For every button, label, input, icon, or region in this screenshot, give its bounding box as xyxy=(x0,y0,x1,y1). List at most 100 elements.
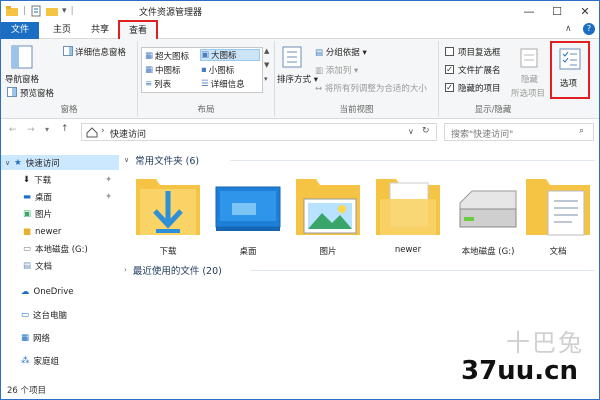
tab-share[interactable]: 共享 xyxy=(83,22,117,39)
layout-gallery: ▦ 超大图标 ▣ 大图标 ▦ 中图标 ▪ 小图标 ≡ 列表 ☰ 详细信息 xyxy=(141,47,263,93)
folder-tile-newer[interactable]: newer xyxy=(370,169,446,259)
hidden-items-label: 隐藏的项目 xyxy=(458,84,501,94)
add-columns-button[interactable]: ▥ 添加列 ▾ xyxy=(315,64,358,76)
sidebar-item-network[interactable]: ▦ 网络 xyxy=(1,330,119,345)
sidebar-item-newer[interactable]: ■ newer xyxy=(1,224,119,239)
sidebar-item-documents[interactable]: ▤ 文档 xyxy=(1,258,119,273)
new-folder-icon[interactable] xyxy=(45,5,59,17)
homegroup-icon: ⁂ xyxy=(21,355,30,366)
folder-tile-local-disk-g[interactable]: 本地磁盘 (G:) xyxy=(450,169,526,259)
details-pane-button[interactable]: 详细信息窗格 xyxy=(75,46,126,58)
drive-icon xyxy=(459,190,517,228)
nav-pane-icon xyxy=(11,45,33,69)
documents-folder-icon xyxy=(526,179,590,236)
tab-file[interactable]: 文件 xyxy=(1,22,39,39)
search-icon: ⌕ xyxy=(579,126,585,136)
folder-tile-documents[interactable]: 文档 xyxy=(520,169,596,259)
sidebar-item-onedrive[interactable]: ☁ OneDrive xyxy=(1,284,119,299)
sidebar-item-downloads[interactable]: ⬇ 下载 ✦ xyxy=(1,172,119,187)
pin-icon: ✦ xyxy=(105,174,113,185)
layout-medium-icons[interactable]: ▦ 中图标 xyxy=(145,64,181,76)
folder-tile-downloads[interactable]: 下载 xyxy=(130,169,206,259)
details-pane-icon xyxy=(63,46,73,56)
layout-large-icons[interactable]: ▣ 大图标 xyxy=(200,49,260,61)
ribbon: 导航窗格 预览窗格 详细信息窗格 窗格 ▦ 超大图标 ▣ 大图标 ▦ 中图标 ▪ 小图标… xyxy=(1,39,599,119)
layout-list[interactable]: ≡ 列表 xyxy=(145,78,171,90)
folder-caption: 文档 xyxy=(549,247,567,257)
section-recent-files[interactable]: › 最近使用的文件 (20) xyxy=(124,263,222,277)
desktop-folder-icon: ▬ xyxy=(23,191,32,202)
collapse-ribbon-icon[interactable]: ∧ xyxy=(565,24,572,34)
sidebar-item-pictures[interactable]: ▣ 图片 xyxy=(1,206,119,221)
customize-qa-icon[interactable]: ▾ xyxy=(62,6,67,16)
star-icon: ★ xyxy=(14,157,22,168)
watermark-mark: 十巴兔 xyxy=(506,329,584,357)
sidebar-item-desktop[interactable]: ▬ 桌面 ✦ xyxy=(1,189,119,204)
quick-access-toolbar: | ▾ | xyxy=(5,4,78,18)
chevron-down-icon: ∨ xyxy=(124,156,130,164)
group-by-button[interactable]: ▤ 分组依据 ▾ xyxy=(315,46,367,58)
tab-view[interactable]: 查看 xyxy=(118,20,158,39)
folder-icon xyxy=(376,179,440,235)
folder-tile-desktop[interactable]: 桌面 xyxy=(210,169,286,259)
file-ext-toggle[interactable]: ✓ xyxy=(445,65,454,74)
sidebar-item-local-disk-g[interactable]: ▭ 本地磁盘 (G:) xyxy=(1,241,119,256)
layout-expand-icon[interactable]: ▾ xyxy=(264,75,268,83)
sidebar-item-this-pc[interactable]: ▭ 这台电脑 xyxy=(1,307,119,322)
recent-locations-icon[interactable]: ▾ xyxy=(45,125,49,134)
desktop-folder-icon xyxy=(215,186,281,231)
layout-extra-large-icons[interactable]: ▦ 超大图标 xyxy=(145,50,189,62)
folder-caption: newer xyxy=(394,245,422,255)
sidebar-item-quick-access[interactable]: ∨ ★ 快速访问 xyxy=(1,155,119,170)
download-folder-icon: ⬇ xyxy=(23,174,31,185)
hide-selected-button[interactable]: 隐藏 xyxy=(521,73,538,85)
sort-by-button[interactable]: 排序方式 ▾ xyxy=(277,73,318,85)
section-frequent-folders[interactable]: ∨ 常用文件夹 (6) xyxy=(124,153,199,167)
computer-icon: ▭ xyxy=(21,309,30,320)
network-icon: ▦ xyxy=(21,332,30,343)
drive-icon: ▭ xyxy=(23,243,32,254)
forward-button[interactable]: → xyxy=(27,125,35,135)
folder-caption: 本地磁盘 (G:) xyxy=(461,247,515,257)
refresh-icon[interactable]: ↻ xyxy=(422,126,430,136)
item-checkbox-label: 项目复选框 xyxy=(458,48,501,58)
status-bar: 26 个项目 xyxy=(1,383,599,399)
ribbon-tabs: 文件 主页 共享 查看 ∧ ? xyxy=(1,20,599,39)
minimize-button[interactable]: — xyxy=(515,1,543,22)
layout-small-icons[interactable]: ▪ 小图标 xyxy=(201,64,234,76)
hidden-items-toggle[interactable]: ✓ xyxy=(445,83,454,92)
search-input[interactable]: 搜索"快速访问" ⌕ xyxy=(444,123,594,141)
folder-caption: 桌面 xyxy=(239,247,257,257)
cloud-icon: ☁ xyxy=(21,286,30,297)
properties-icon[interactable] xyxy=(30,5,42,17)
group-current-view: 排序方式 ▾ ▤ 分组依据 ▾ ▥ 添加列 ▾ ↔ 将所有列调整为合适的大小 当… xyxy=(275,41,439,117)
size-columns-button[interactable]: ↔ 将所有列调整为合适的大小 xyxy=(315,82,427,94)
tab-home[interactable]: 主页 xyxy=(45,22,79,39)
back-button[interactable]: ← xyxy=(9,125,17,135)
address-field[interactable]: › 快速访问 ∨ ↻ xyxy=(81,123,437,141)
selected-items-label: 所选项目 xyxy=(511,89,546,99)
title-bar: | ▾ | 文件资源管理器 — ☐ ✕ xyxy=(1,1,599,22)
breadcrumb[interactable]: 快速访问 xyxy=(110,127,146,140)
layout-scroll-down-icon[interactable]: ▼ xyxy=(264,61,269,69)
options-icon xyxy=(559,48,581,70)
folder-tile-pictures[interactable]: 图片 xyxy=(290,169,366,259)
address-dropdown-icon[interactable]: ∨ xyxy=(408,127,414,136)
options-button[interactable]: 选项 xyxy=(550,41,590,99)
sidebar-item-homegroup[interactable]: ⁂ 家庭组 xyxy=(1,353,119,368)
close-button[interactable]: ✕ xyxy=(571,1,599,22)
group-label: 显示/隐藏 xyxy=(474,105,512,115)
layout-scroll-up-icon[interactable]: ▲ xyxy=(264,47,269,55)
item-count: 26 个项目 xyxy=(7,386,47,396)
help-icon[interactable]: ? xyxy=(583,23,595,35)
up-button[interactable]: ↑ xyxy=(61,124,69,134)
window-title: 文件资源管理器 xyxy=(139,8,203,18)
navigation-pane: ∨ ★ 快速访问 ⬇ 下载 ✦ ▬ 桌面 ✦ ▣ 图片 ■ newer ▭ 本地磁盘 (G:) ▤… xyxy=(1,147,119,383)
file-ext-label: 文件扩展名 xyxy=(458,66,501,76)
nav-pane-button[interactable]: 导航窗格 xyxy=(5,73,39,85)
layout-details[interactable]: ☰ 详细信息 xyxy=(201,78,245,90)
preview-pane-button[interactable]: 预览窗格 xyxy=(20,87,54,99)
item-checkbox-toggle[interactable] xyxy=(445,47,454,56)
group-panes: 导航窗格 预览窗格 详细信息窗格 窗格 xyxy=(1,41,138,117)
maximize-button[interactable]: ☐ xyxy=(543,1,571,22)
